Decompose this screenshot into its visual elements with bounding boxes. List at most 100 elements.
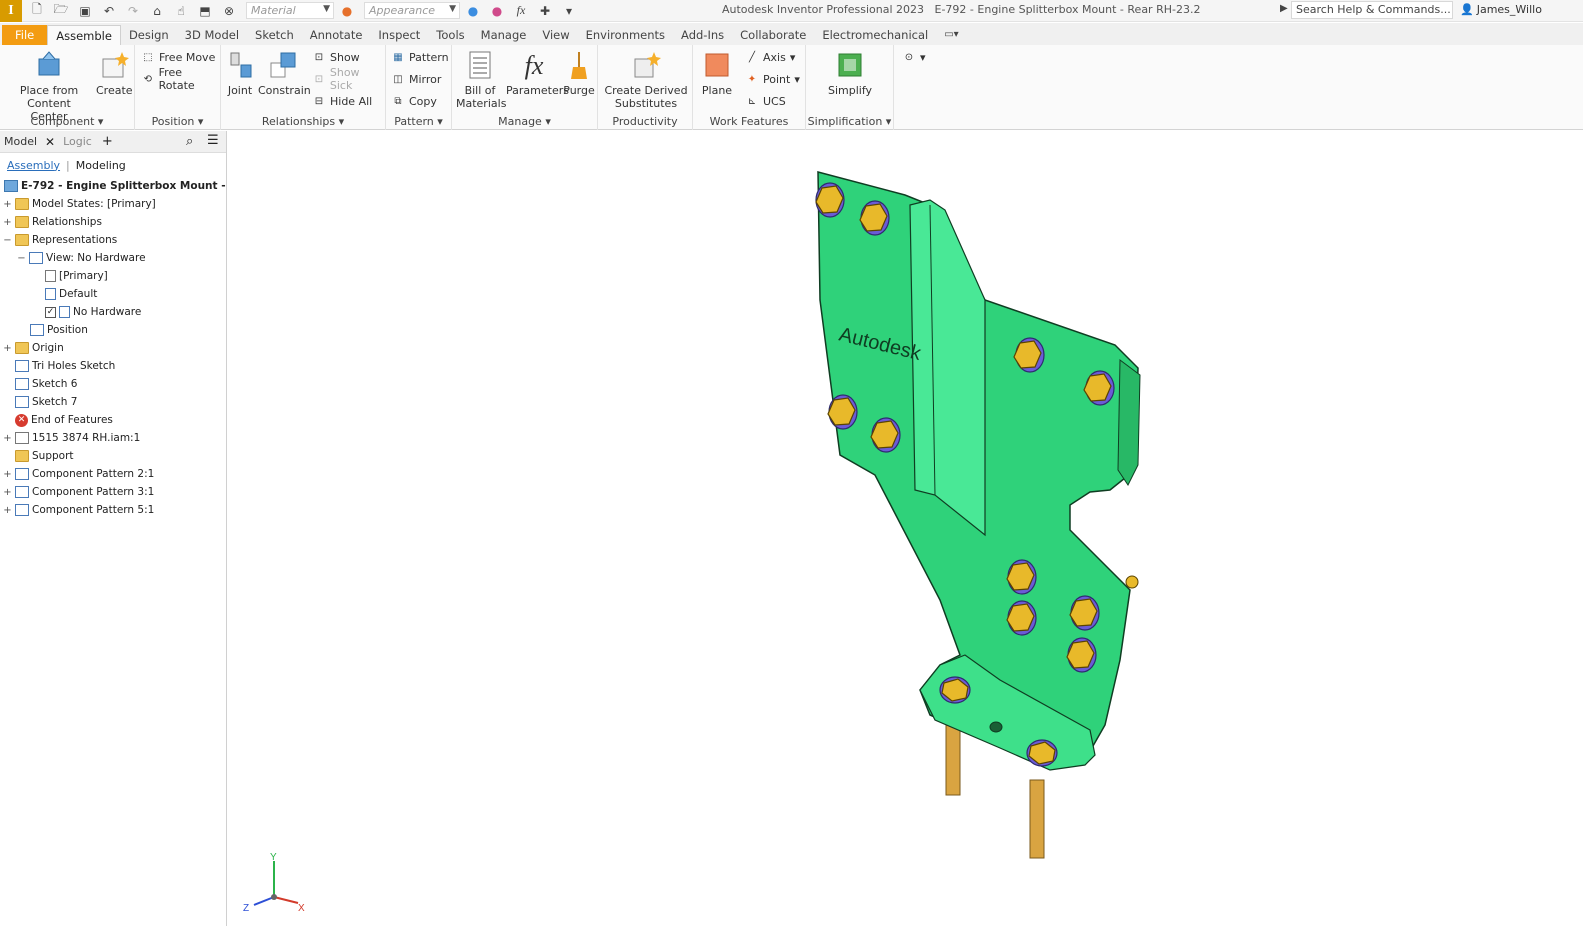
axis-button[interactable]: ╱ Axis ▾ — [745, 48, 795, 66]
undo-icon[interactable]: ↶ — [98, 2, 120, 20]
ribbon-extra-button[interactable]: ⊙ ▾ — [902, 48, 926, 66]
ribbon-options-icon[interactable]: ▭▾ — [936, 25, 966, 45]
tab-annotate[interactable]: Annotate — [302, 25, 371, 45]
tree-item-pattern-2[interactable]: + Component Pattern 2:1 — [3, 465, 154, 483]
panel-component-label[interactable]: Component ▾ — [0, 115, 134, 128]
collapse-icon[interactable]: − — [3, 235, 12, 246]
tab-tools[interactable]: Tools — [428, 25, 472, 45]
expand-icon[interactable]: + — [3, 343, 12, 354]
tab-file[interactable]: File — [2, 25, 48, 45]
appearance-icon[interactable]: ● — [336, 2, 358, 20]
panel-simplification-label[interactable]: Simplification ▾ — [806, 115, 893, 128]
expand-icon[interactable]: + — [3, 469, 12, 480]
tree-item-end-of-features[interactable]: ✕ End of Features — [15, 411, 113, 429]
tab-sketch[interactable]: Sketch — [247, 25, 302, 45]
create-button[interactable]: Create — [96, 48, 133, 97]
chevron-right-icon[interactable]: ▶ — [1280, 3, 1288, 14]
panel-position-label[interactable]: Position ▾ — [135, 115, 220, 128]
point-button[interactable]: ✦ Point ▾ — [745, 70, 800, 88]
copy-button[interactable]: ⧉ Copy — [391, 92, 436, 110]
create-derived-substitutes-button[interactable]: Create Derived Substitutes — [602, 48, 690, 110]
tree-root[interactable]: E-792 - Engine Splitterbox Mount - Rear … — [4, 177, 264, 195]
clear-appearance-icon[interactable]: ● — [462, 2, 484, 20]
home-icon[interactable]: ⌂ — [146, 2, 168, 20]
tree-item-primary[interactable]: [Primary] — [45, 267, 108, 285]
update-icon[interactable]: ⬒ — [194, 2, 216, 20]
tree-item-pattern-3[interactable]: + Component Pattern 3:1 — [3, 483, 154, 501]
tab-view[interactable]: View — [534, 25, 577, 45]
tab-collaborate[interactable]: Collaborate — [732, 25, 814, 45]
tab-manage[interactable]: Manage — [473, 25, 535, 45]
tree-item-view[interactable]: − View: No Hardware — [17, 249, 146, 267]
tab-add-ins[interactable]: Add-Ins — [673, 25, 732, 45]
search-icon[interactable]: ⌕ — [186, 134, 193, 149]
expand-icon[interactable]: + — [3, 487, 12, 498]
tab-assemble[interactable]: Assemble — [47, 25, 121, 45]
graphics-viewport[interactable]: Autodesk Y X Z — [228, 131, 1583, 926]
simplify-button[interactable]: Simplify — [820, 48, 880, 97]
parameters-button[interactable]: fx Parameters — [506, 48, 569, 97]
add-icon[interactable]: ✚ — [534, 2, 556, 20]
search-help-input[interactable]: Search Help & Commands... — [1291, 1, 1453, 19]
free-move-button[interactable]: ⬚ Free Move — [141, 48, 215, 66]
checkbox-icon[interactable]: ✓ — [45, 306, 56, 318]
show-sick-button[interactable]: ⊡ Show Sick — [312, 66, 385, 92]
tree-item-pattern-5[interactable]: + Component Pattern 5:1 — [3, 501, 154, 519]
tab-design[interactable]: Design — [121, 25, 177, 45]
expand-icon[interactable]: + — [3, 217, 12, 228]
tree-item-origin[interactable]: + Origin — [3, 339, 64, 357]
select-icon[interactable]: ☝ — [170, 2, 192, 20]
tree-item-position[interactable]: Position — [30, 321, 88, 339]
expand-icon[interactable]: + — [3, 433, 12, 444]
tab-model[interactable]: Model — [0, 135, 41, 148]
subtab-modeling[interactable]: Modeling — [76, 159, 126, 172]
expand-icon[interactable]: + — [3, 505, 12, 516]
tree-item-sketch-7[interactable]: Sketch 7 — [15, 393, 77, 411]
expand-icon[interactable]: + — [3, 199, 12, 210]
show-button[interactable]: ⊡ Show — [312, 48, 360, 66]
collapse-icon[interactable]: − — [17, 253, 26, 264]
adjust-appearance-icon[interactable]: ● — [486, 2, 508, 20]
bill-of-materials-button[interactable]: Bill of Materials — [456, 48, 506, 110]
pattern-button[interactable]: ▦ Pattern — [391, 48, 448, 66]
place-content-center-button[interactable]: Place from Content Center — [8, 48, 90, 123]
material-combo[interactable]: Material ▼ — [246, 2, 334, 19]
plane-button[interactable]: Plane — [697, 48, 737, 97]
save-icon[interactable]: ▣ — [74, 2, 96, 20]
tab-3d-model[interactable]: 3D Model — [177, 25, 247, 45]
tree-item-tri-holes-sketch[interactable]: Tri Holes Sketch — [15, 357, 115, 375]
user-account[interactable]: 👤 James_Willo — [1460, 3, 1542, 16]
panel-pattern-label[interactable]: Pattern ▾ — [386, 115, 451, 128]
new-icon[interactable]: 🗋 — [26, 2, 48, 20]
model-canvas[interactable]: Autodesk — [228, 131, 1583, 926]
ucs-button[interactable]: ⊾ UCS — [745, 92, 786, 110]
mirror-button[interactable]: ◫ Mirror — [391, 70, 441, 88]
panel-manage-label[interactable]: Manage ▾ — [452, 115, 597, 128]
joint-button[interactable]: Joint — [225, 48, 255, 97]
tree-item-representations[interactable]: − Representations — [3, 231, 117, 249]
tree-item-default[interactable]: Default — [45, 285, 97, 303]
panel-relationships-label[interactable]: Relationships ▾ — [221, 115, 385, 128]
tree-item-subassembly[interactable]: +1515 3874 RH.iam:1 — [3, 429, 140, 447]
tree-item-support[interactable]: Support — [15, 447, 74, 465]
menu-icon[interactable]: ☰ — [207, 133, 219, 148]
fx-icon[interactable]: fx — [510, 2, 532, 20]
open-icon[interactable]: 🗁 — [50, 2, 72, 20]
tree-item-relationships[interactable]: + Relationships — [3, 213, 102, 231]
appearance-combo[interactable]: Appearance ▼ — [364, 2, 460, 19]
free-rotate-button[interactable]: ⟲ Free Rotate — [141, 66, 220, 92]
purge-button[interactable]: Purge — [562, 48, 596, 97]
tree-item-model-states[interactable]: + Model States: [Primary] — [3, 195, 156, 213]
tab-inspect[interactable]: Inspect — [370, 25, 428, 45]
subtab-assembly[interactable]: Assembly — [7, 159, 60, 172]
tree-item-no-hardware[interactable]: ✓ No Hardware — [45, 303, 141, 321]
redo-icon[interactable]: ↷ — [122, 2, 144, 20]
tab-electromechanical[interactable]: Electromechanical — [814, 25, 936, 45]
customize-icon[interactable]: ▾ — [558, 2, 580, 20]
constrain-button[interactable]: Constrain — [258, 48, 311, 97]
add-tab-icon[interactable]: + — [102, 134, 113, 149]
close-icon[interactable]: ✕ — [45, 135, 55, 149]
app-logo[interactable]: I — [0, 0, 22, 22]
hide-all-button[interactable]: ⊟ Hide All — [312, 92, 372, 110]
tab-logic[interactable]: Logic — [59, 135, 96, 148]
